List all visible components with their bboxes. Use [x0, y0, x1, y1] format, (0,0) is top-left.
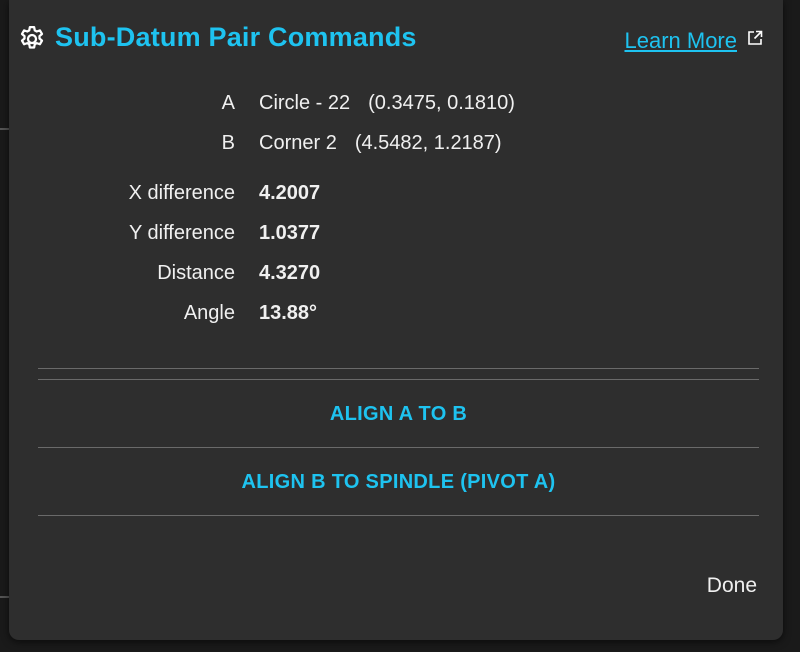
y-difference-row: Y difference 1.0377: [9, 222, 783, 252]
align-b-to-spindle-button[interactable]: ALIGN B TO SPINDLE (PIVOT A): [38, 449, 759, 515]
learn-more-link[interactable]: Learn More: [624, 28, 737, 54]
y-difference-label: Y difference: [128, 222, 235, 244]
x-difference-row: X difference 4.2007: [9, 182, 783, 212]
distance-label: Distance: [157, 262, 235, 284]
point-a-coords: (0.3475, 0.1810): [368, 92, 515, 114]
angle-value: 13.88°: [259, 302, 318, 324]
distance-row: Distance 4.3270: [9, 262, 783, 292]
point-a-name: Circle - 22: [259, 92, 351, 114]
angle-label: Angle: [183, 302, 235, 324]
background-divider: [0, 128, 9, 130]
background-divider: [0, 596, 9, 598]
point-b-label: B: [221, 132, 235, 154]
x-difference-label: X difference: [128, 182, 235, 204]
x-difference-value: 4.2007: [259, 182, 321, 204]
y-difference-value: 1.0377: [259, 222, 321, 244]
point-b-coords: (4.5482, 1.2187): [354, 132, 502, 154]
divider: [38, 368, 759, 369]
point-b-row: B Corner 2 (4.5482, 1.2187): [9, 132, 783, 162]
dialog-header: Sub-Datum Pair Commands Learn More: [9, 0, 783, 80]
align-a-to-b-button[interactable]: ALIGN A TO B: [38, 381, 759, 447]
point-a-label: A: [221, 92, 235, 114]
angle-row: Angle 13.88°: [9, 302, 783, 332]
distance-value: 4.3270: [259, 262, 321, 284]
point-a-row: A Circle - 22 (0.3475, 0.1810): [9, 92, 783, 122]
divider: [38, 447, 759, 448]
sub-datum-pair-dialog: Sub-Datum Pair Commands Learn More A Cir…: [9, 0, 783, 640]
point-b-value: Corner 2 (4.5482, 1.2187): [259, 132, 502, 155]
divider: [38, 379, 759, 380]
dialog-title: Sub-Datum Pair Commands: [55, 22, 417, 52]
gear-icon: [20, 26, 44, 49]
done-button[interactable]: Done: [707, 574, 757, 598]
external-link-icon[interactable]: [747, 30, 763, 46]
point-b-name: Corner 2: [259, 132, 337, 154]
point-a-value: Circle - 22 (0.3475, 0.1810): [259, 92, 515, 115]
divider: [38, 515, 759, 516]
